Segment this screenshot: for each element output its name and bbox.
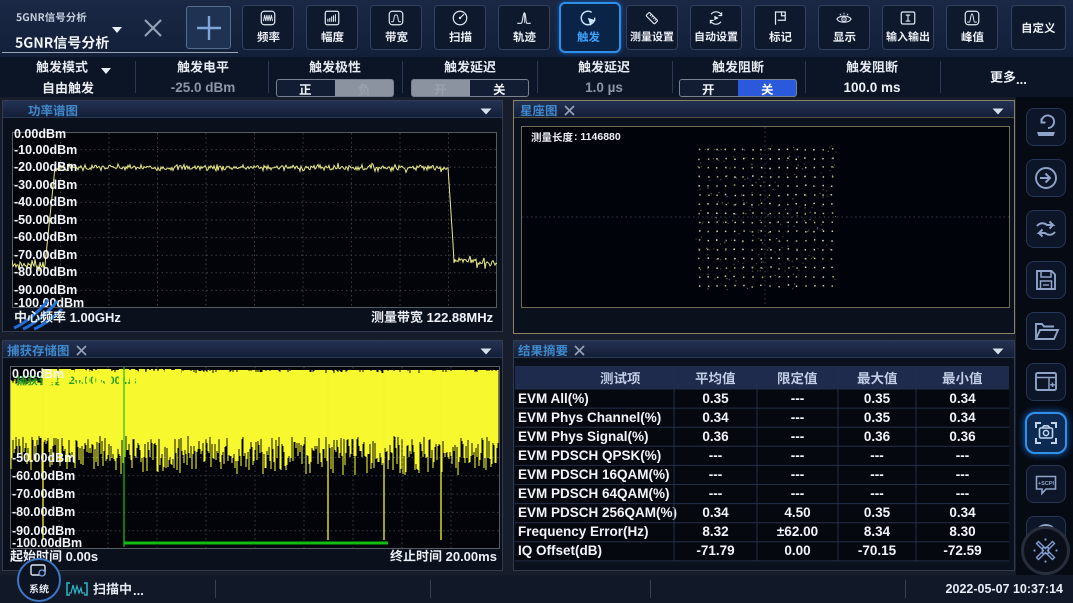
svg-text:+SCPI: +SCPI bbox=[1038, 481, 1055, 487]
